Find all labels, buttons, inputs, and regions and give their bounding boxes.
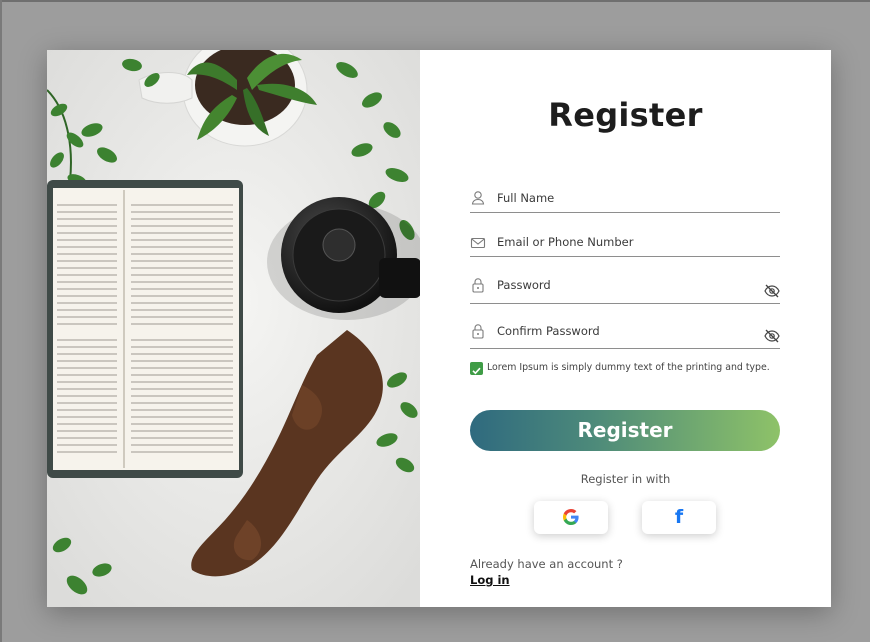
register-form: Register Full Name Email or Phone Number xyxy=(420,50,831,607)
google-register-button[interactable] xyxy=(534,501,608,534)
password-field[interactable]: Password xyxy=(470,277,780,304)
register-with-label: Register in with xyxy=(580,472,671,486)
eye-off-icon[interactable] xyxy=(764,329,780,343)
facebook-icon: f xyxy=(674,506,684,528)
confirm-password-field[interactable]: Confirm Password xyxy=(470,323,780,349)
full-name-label: Full Name xyxy=(497,191,555,205)
form-title: Register xyxy=(548,96,703,134)
confirm-password-label: Confirm Password xyxy=(497,324,600,338)
email-label: Email or Phone Number xyxy=(497,235,634,249)
mail-icon xyxy=(470,237,486,249)
register-card: Register Full Name Email or Phone Number xyxy=(47,50,831,607)
facebook-register-button[interactable]: f xyxy=(642,501,716,534)
consent-checkbox[interactable] xyxy=(470,362,483,375)
window-frame-top xyxy=(0,0,870,2)
full-name-field[interactable]: Full Name xyxy=(470,190,780,213)
check-icon xyxy=(472,367,481,375)
open-book xyxy=(47,180,243,478)
login-link[interactable]: Log in xyxy=(470,573,510,587)
account-prompt: Already have an account ? xyxy=(470,557,623,571)
register-button[interactable]: Register xyxy=(470,410,780,451)
google-icon xyxy=(563,509,579,525)
eye-off-icon[interactable] xyxy=(764,284,780,298)
lock-icon xyxy=(472,278,484,293)
email-field[interactable]: Email or Phone Number xyxy=(470,234,780,257)
user-icon xyxy=(471,191,485,205)
password-label: Password xyxy=(497,278,551,292)
consent-text: Lorem Ipsum is simply dummy text of the … xyxy=(487,362,770,373)
hero-photo xyxy=(47,50,420,607)
lock-icon xyxy=(472,324,484,339)
window-frame-left xyxy=(0,0,2,642)
